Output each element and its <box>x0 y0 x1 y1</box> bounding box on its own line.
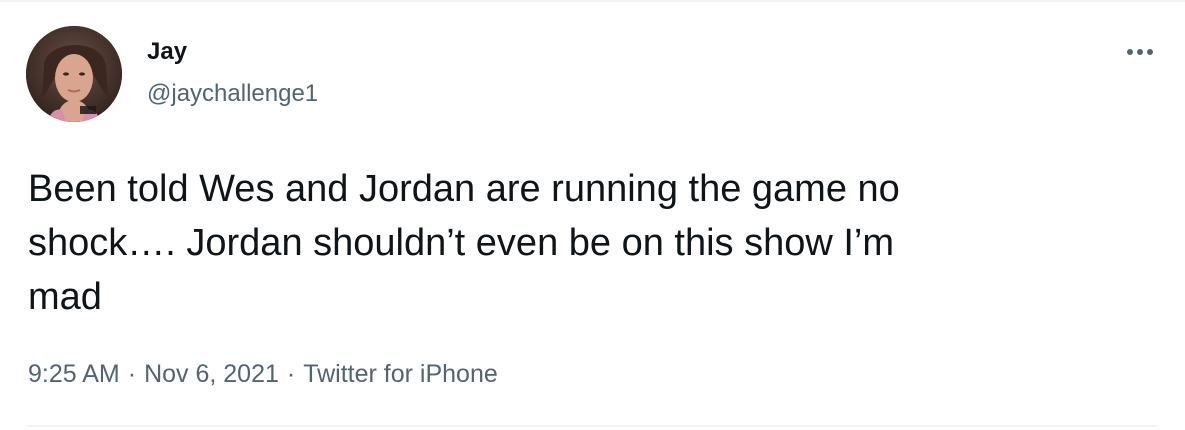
top-divider <box>0 0 1185 2</box>
tweet-time[interactable]: 9:25 AM <box>28 360 120 388</box>
tweet-date[interactable]: Nov 6, 2021 <box>144 360 279 388</box>
author-display-name[interactable]: Jay <box>147 38 187 66</box>
tweet-text-line: Been told Wes and Jordan are running the… <box>28 168 900 210</box>
tweet-text: Been told Wes and Jordan are running the… <box>28 162 1128 324</box>
author-handle[interactable]: @jaychallenge1 <box>147 80 318 108</box>
tweet-metadata: 9:25 AM · Nov 6, 2021 · Twitter for iPhone <box>28 359 498 389</box>
tweet-text-line: mad <box>28 276 102 318</box>
meta-separator: · <box>286 360 296 388</box>
tweet-text-line: shock…. Jordan shouldn’t even be on this… <box>28 222 895 264</box>
more-horizontal-icon <box>1127 49 1153 55</box>
tweet-card: Jay @jaychallenge1 Been told Wes and Jor… <box>0 0 1185 430</box>
avatar[interactable] <box>26 26 122 122</box>
profile-photo-icon <box>26 26 122 122</box>
meta-separator: · <box>127 360 137 388</box>
tweet-source[interactable]: Twitter for iPhone <box>303 360 498 388</box>
bottom-divider <box>26 425 1158 427</box>
more-options-button[interactable] <box>1122 38 1158 66</box>
